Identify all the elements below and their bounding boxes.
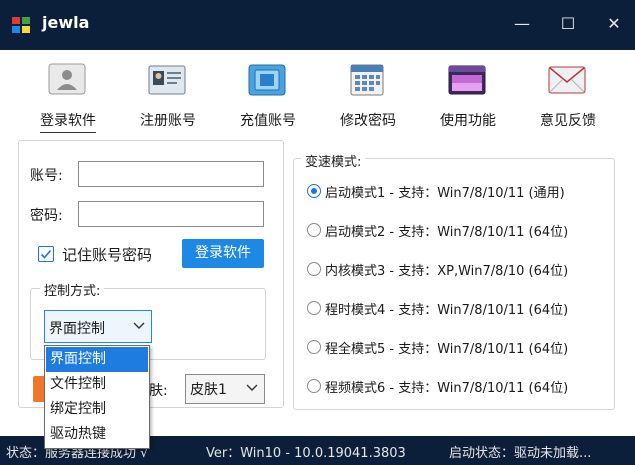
speed-mode-label-2[interactable]: 启动模式2 - 支持：Win7/8/10/11 (64位) (325, 221, 568, 240)
launch-status: 启动状态：驱动未加载... (449, 446, 592, 461)
speed-mode-label-4[interactable]: 程时模式4 - 支持：Win7/8/10/11 (64位) (325, 299, 568, 318)
minimize-button[interactable]: — (500, 0, 544, 50)
version-info: Ver：Win10 - 10.0.19041.3803 (206, 446, 406, 461)
window-title: jewla (42, 13, 90, 32)
login-user-icon (48, 63, 86, 95)
remember-checkbox[interactable] (38, 246, 54, 262)
skin-select[interactable]: 皮肤1 (185, 374, 265, 404)
speed-mode-radio-4[interactable] (307, 301, 321, 315)
title-bar: jewla — ☐ ✕ (0, 0, 635, 50)
maximize-button[interactable]: ☐ (546, 0, 590, 50)
tool-recharge[interactable]: 充值账号 (226, 60, 310, 136)
check-icon (40, 249, 52, 259)
password-input[interactable] (78, 201, 264, 227)
dropdown-option-driver-hotkey[interactable]: 驱动热键 (46, 422, 148, 447)
close-button[interactable]: ✕ (592, 0, 635, 50)
login-button[interactable]: 登录软件 (182, 239, 264, 268)
speed-mode-label-6[interactable]: 程频模式6 - 支持：Win7/8/10/11 (64位) (325, 377, 568, 396)
account-label: 账号: (30, 168, 63, 184)
dropdown-option-bind-control[interactable]: 绑定控制 (46, 397, 148, 422)
speed-mode-label-1[interactable]: 启动模式1 - 支持：Win7/8/10/11 (通用) (325, 182, 565, 201)
tool-label: 使用功能 (440, 113, 496, 129)
app-logo-icon (12, 17, 30, 33)
change-password-calendar-icon (350, 64, 384, 96)
tool-use-function[interactable]: 使用功能 (426, 60, 510, 136)
control-group-title: 控制方式: (40, 280, 105, 299)
speed-mode-title: 变速模式: (301, 151, 366, 170)
tool-label: 修改密码 (340, 113, 396, 129)
account-input[interactable] (78, 161, 264, 187)
tool-label: 意见反馈 (540, 113, 596, 129)
remember-label[interactable]: 记住账号密码 (62, 244, 152, 265)
dropdown-option-ui-control[interactable]: 界面控制 (46, 347, 148, 372)
speed-mode-label-5[interactable]: 程全模式5 - 支持：Win7/8/10/11 (64位) (325, 338, 568, 357)
chevron-down-icon (246, 384, 258, 391)
tool-register[interactable]: 注册账号 (126, 60, 210, 136)
tool-login[interactable]: 登录软件 (26, 60, 110, 136)
skin-label: 肤: (149, 383, 168, 399)
tool-label: 登录软件 (40, 113, 96, 133)
tool-label: 注册账号 (140, 113, 196, 129)
control-method-select[interactable]: 界面控制 (44, 310, 152, 343)
register-id-card-icon (148, 65, 186, 95)
toolbar: 登录软件 注册账号 充值账号 修改密码 使用功能 意见反馈 (0, 50, 635, 136)
speed-mode-radio-2[interactable] (307, 223, 321, 237)
tool-change-password[interactable]: 修改密码 (326, 60, 410, 136)
tool-label: 充值账号 (240, 113, 296, 129)
skin-value: 皮肤1 (190, 382, 227, 398)
speed-mode-radio-1[interactable] (307, 184, 321, 198)
chevron-down-icon (133, 322, 145, 329)
control-method-value: 界面控制 (49, 321, 105, 337)
feedback-envelope-icon (548, 66, 586, 94)
recharge-card-icon (248, 64, 286, 96)
speed-mode-radio-6[interactable] (307, 379, 321, 393)
speed-mode-radio-3[interactable] (307, 262, 321, 276)
dropdown-option-file-control[interactable]: 文件控制 (46, 372, 148, 397)
password-label: 密码: (30, 208, 63, 224)
tool-feedback[interactable]: 意见反馈 (526, 60, 610, 136)
speed-mode-radio-5[interactable] (307, 340, 321, 354)
use-function-window-icon (448, 65, 486, 95)
speed-mode-label-3[interactable]: 内核模式3 - 支持：XP,Win7/8/10 (64位) (325, 260, 568, 279)
control-method-dropdown: 界面控制 文件控制 绑定控制 驱动热键 (44, 345, 150, 449)
